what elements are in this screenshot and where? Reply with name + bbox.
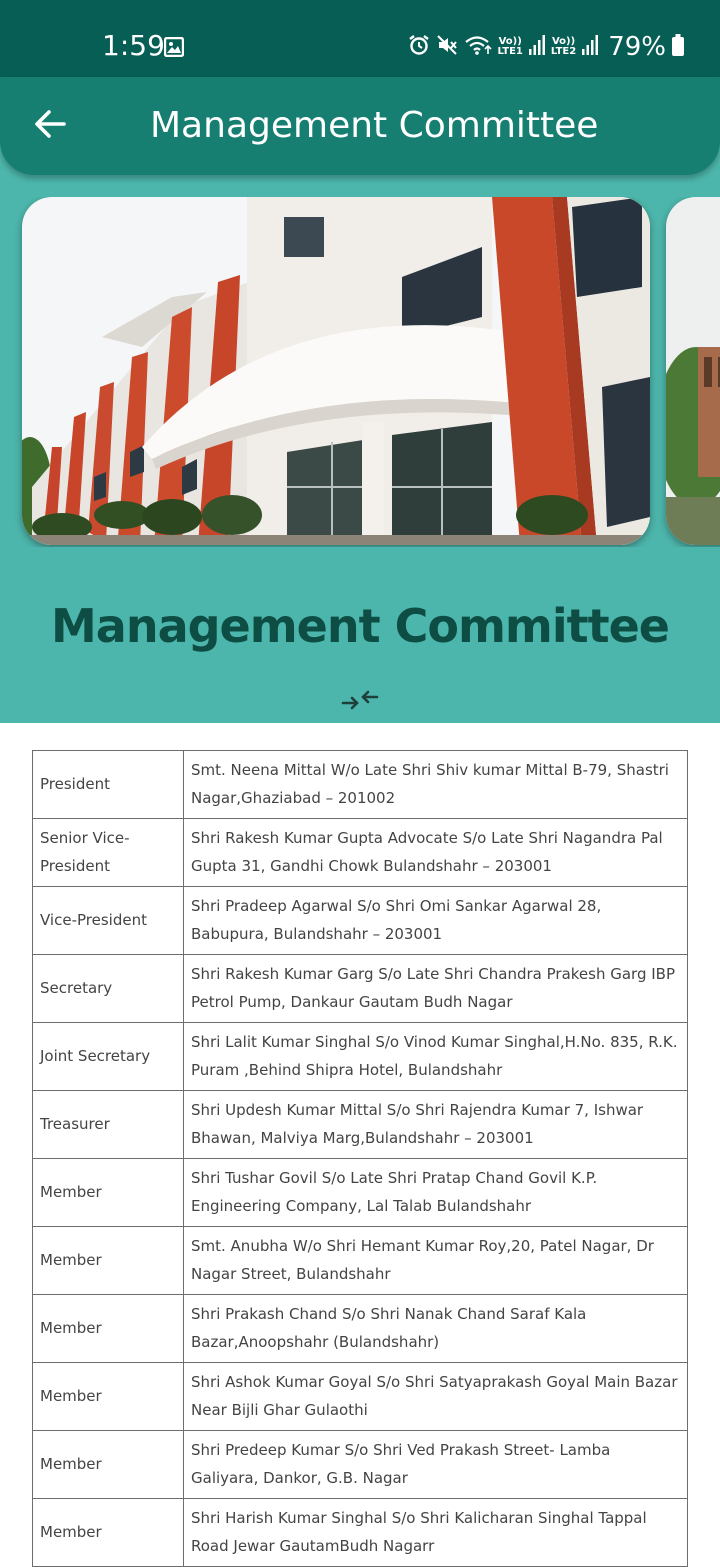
mute-icon	[436, 34, 458, 60]
committee-member-details: Shri Harish Kumar Singhal S/o Shri Kalic…	[183, 1498, 688, 1567]
committee-member-details: Shri Ashok Kumar Goyal S/o Shri Satyapra…	[183, 1362, 688, 1431]
wifi-icon	[464, 34, 492, 60]
committee-role: Member	[32, 1158, 184, 1227]
status-icons: Vo)) LTE1 Vo)) LTE2 79%	[408, 30, 684, 64]
committee-role: Member	[32, 1362, 184, 1431]
status-time: 1:59	[102, 29, 165, 62]
committee-member-details: Smt. Neena Mittal W/o Late Shri Shiv kum…	[183, 750, 688, 819]
app-bar-title: Management Committee	[150, 105, 599, 146]
committee-member-details: Shri Rakesh Kumar Gupta Advocate S/o Lat…	[183, 818, 688, 887]
section-heading: Management Committee	[51, 599, 670, 653]
collapse-button[interactable]	[340, 688, 380, 716]
committee-role: Vice-President	[32, 886, 184, 955]
back-button[interactable]	[26, 99, 74, 153]
committee-role: President	[32, 750, 184, 819]
collapse-arrows-icon	[341, 687, 379, 717]
committee-role: Member	[32, 1498, 184, 1567]
table-row: Member Shri Ashok Kumar Goyal S/o Shri Sa…	[32, 1362, 688, 1431]
committee-role: Member	[32, 1430, 184, 1499]
committee-member-details: Shri Updesh Kumar Mittal S/o Shri Rajend…	[183, 1090, 688, 1159]
committee-member-details: Shri Lalit Kumar Singhal S/o Vinod Kumar…	[183, 1022, 688, 1091]
battery-icon	[672, 34, 684, 60]
committee-role: Member	[32, 1226, 184, 1295]
table-row: Member Shri Predeep Kumar S/o Shri Ved Pr…	[32, 1430, 688, 1499]
committee-table: President Smt. Neena Mittal W/o Late Shri…	[32, 750, 688, 1567]
table-row: Vice-President Shri Pradeep Agarwal S/o S…	[32, 886, 688, 955]
gallery-notification-icon	[163, 36, 185, 61]
signal-sim2-icon	[582, 35, 599, 59]
committee-member-details: Shri Prakash Chand S/o Shri Nanak Chand …	[183, 1294, 688, 1363]
volte-sim2-label: Vo)) LTE2	[550, 36, 577, 57]
table-row: Secretary Shri Rakesh Kumar Garg S/o Late…	[32, 954, 688, 1023]
committee-role: Member	[32, 1294, 184, 1363]
table-row: Senior Vice-President Shri Rakesh Kumar G…	[32, 818, 688, 887]
table-row: Member Shri Harish Kumar Singhal S/o Shri…	[32, 1498, 688, 1567]
committee-member-details: Shri Predeep Kumar S/o Shri Ved Prakash …	[183, 1430, 688, 1499]
battery-percentage: 79%	[608, 32, 666, 62]
committee-table-container: President Smt. Neena Mittal W/o Late Shri…	[32, 750, 688, 1567]
arrow-left-icon	[34, 109, 66, 143]
alarm-icon	[408, 34, 430, 60]
committee-role: Secretary	[32, 954, 184, 1023]
committee-member-details: Shri Pradeep Agarwal S/o Shri Omi Sankar…	[183, 886, 688, 955]
table-row: Member Shri Tushar Govil S/o Late Shri Pr…	[32, 1158, 688, 1227]
committee-role: Joint Secretary	[32, 1022, 184, 1091]
status-bar: 1:59 Vo)) LTE1 Vo)) LTE2 79%	[0, 0, 720, 77]
signal-sim1-icon	[528, 35, 545, 59]
table-row: Member Shri Prakash Chand S/o Shri Nanak …	[32, 1294, 688, 1363]
table-row: President Smt. Neena Mittal W/o Late Shri…	[32, 750, 688, 819]
carousel-slide-next[interactable]	[666, 197, 720, 545]
image-carousel[interactable]	[0, 197, 720, 547]
committee-role: Senior Vice-President	[32, 818, 184, 887]
table-row: Treasurer Shri Updesh Kumar Mittal S/o Sh…	[32, 1090, 688, 1159]
committee-member-details: Shri Tushar Govil S/o Late Shri Pratap C…	[183, 1158, 688, 1227]
table-row: Member Smt. Anubha W/o Shri Hemant Kumar …	[32, 1226, 688, 1295]
committee-role: Treasurer	[32, 1090, 184, 1159]
app-bar: Management Committee	[0, 77, 720, 175]
table-row: Joint Secretary Shri Lalit Kumar Singhal …	[32, 1022, 688, 1091]
committee-member-details: Shri Rakesh Kumar Garg S/o Late Shri Cha…	[183, 954, 688, 1023]
volte-sim1-label: Vo)) LTE1	[497, 36, 523, 57]
carousel-slide-building[interactable]	[22, 197, 650, 545]
committee-member-details: Smt. Anubha W/o Shri Hemant Kumar Roy,20…	[183, 1226, 688, 1295]
